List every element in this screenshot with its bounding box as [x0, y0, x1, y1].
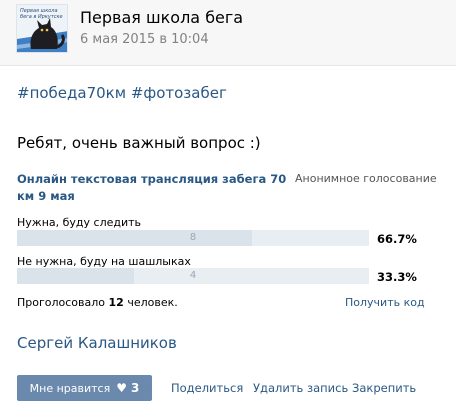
- poll-option-votes: 4: [189, 270, 197, 281]
- delete-post-link[interactable]: Удалить запись: [253, 381, 348, 395]
- post-text: Ребят, очень важный вопрос :): [17, 134, 261, 152]
- poll-title: Онлайн текстовая трансляция забега 70 км…: [17, 172, 287, 203]
- community-name[interactable]: Первая школа бега: [80, 8, 243, 27]
- post-header: Первая школа бега в Иркутске Первая школ…: [0, 0, 456, 66]
- poll-option-bar[interactable]: 4: [17, 268, 369, 284]
- poll-voted-prefix: Проголосовало: [17, 296, 106, 309]
- post-date[interactable]: 6 мая 2015 в 10:04: [80, 32, 209, 47]
- community-avatar[interactable]: Первая школа бега в Иркутске: [16, 4, 68, 53]
- post-hashtags[interactable]: #победа70км #фотозабег: [17, 84, 227, 102]
- poll-option-percent: 66.7%: [377, 232, 417, 246]
- poll-option-percent: 33.3%: [377, 270, 417, 284]
- get-code-link[interactable]: Получить код: [345, 296, 425, 309]
- share-link[interactable]: Поделиться: [171, 381, 243, 395]
- pin-post-link[interactable]: Закрепить: [352, 381, 416, 395]
- avatar-logo-text: Первая школа бега в Иркутске: [20, 8, 63, 20]
- like-count: 3: [130, 381, 140, 395]
- poll-option-bar[interactable]: 8: [17, 230, 369, 246]
- post-actions: Мне нравится ♥ 3 Поделиться Удалить запи…: [0, 372, 456, 402]
- poll-type-label: Анонимное голосование: [295, 172, 437, 185]
- poll-option-votes: 8: [189, 232, 197, 243]
- poll-voted-summary: Проголосовало 12 человек.: [17, 296, 178, 309]
- heart-icon: ♥: [116, 381, 127, 395]
- poll-option-label: Не нужна, буду на шашлыках: [17, 255, 191, 268]
- post-signer[interactable]: Сергей Калашников: [17, 334, 177, 352]
- poll-voted-count: 12: [108, 296, 124, 309]
- like-label: Мне нравится: [29, 381, 111, 395]
- poll-voted-suffix: человек.: [127, 296, 178, 309]
- poll-option-label: Нужна, буду следить: [17, 216, 142, 229]
- like-button[interactable]: Мне нравится ♥ 3: [17, 375, 152, 401]
